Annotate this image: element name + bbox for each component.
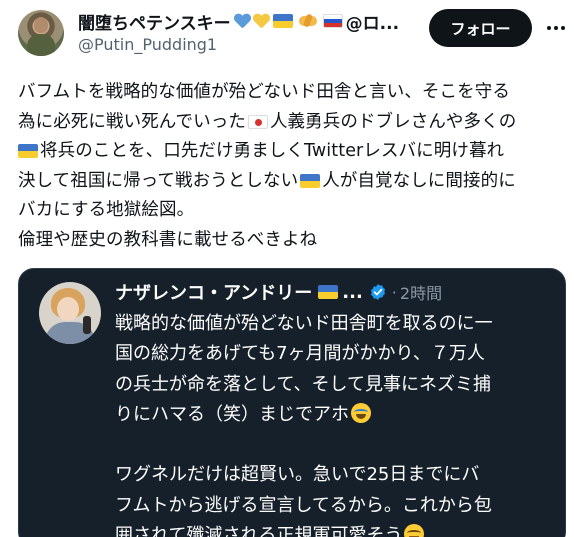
quoted-tweet-body: 戦略的な価値が殆どないド田舎町を取るのに一 国の総力をあげても7ヶ月間がかかり、… — [115, 309, 559, 537]
author-avatar[interactable] — [18, 10, 64, 56]
quoted-timestamp[interactable]: 2時間 — [400, 280, 442, 304]
quoted-line: りにハマる（笑）まじでアホ — [115, 400, 559, 430]
tweet-line-text: 将兵のことを、口先だけ勇ましくTwitterレスバに明け暮れ — [40, 141, 505, 162]
tweet-line: 決して祖国に帰って戦おうとしない 人が自覚なしに間接的に — [18, 167, 566, 197]
quoted-author-name[interactable]: ナザレンコ・アンドリー — [115, 279, 312, 305]
handshake-icon — [297, 14, 319, 28]
quoted-line-text: りにハマる（笑）まじでアホ — [115, 403, 349, 425]
more-dot — [561, 26, 565, 30]
tweet-line-text: 為に必死に戦い死んでいった — [18, 111, 246, 132]
more-options-icon[interactable] — [545, 17, 567, 39]
tweet-line: 為に必死に戦い死んでいった 人義勇兵のドブレさんや多くの — [18, 108, 566, 138]
quoted-line: 囲されて殲滅される正規軍可愛そう — [115, 521, 559, 537]
time-separator: · — [391, 282, 397, 302]
tweet-line: 将兵のことを、口先だけ勇ましくTwitterレスバに明け暮れ — [18, 137, 566, 167]
tweet-line: 倫理や歴史の教科書に載せるべきよね — [18, 229, 318, 250]
laughing-crying-face-icon — [351, 402, 371, 423]
quoted-tweet-card[interactable]: ナザレンコ・アンドリー ... · 2時間 戦略的な価値が殆どないド田舎町を取る… — [18, 268, 566, 537]
author-name-suffix[interactable]: @ロ... — [346, 9, 399, 34]
avatar-face — [57, 297, 79, 321]
quoted-name-ellipsis: ... — [342, 281, 363, 303]
blue-heart-icon — [234, 14, 251, 29]
tweet-line-text: 人が自覚なしに間接的に — [322, 170, 516, 191]
ukraine-flag-icon — [300, 173, 321, 188]
author-display-name[interactable]: 闇堕ちペテンスキー — [78, 9, 231, 34]
name-emojis — [233, 14, 345, 29]
quoted-author-row[interactable]: ナザレンコ・アンドリー ... · 2時間 — [115, 279, 442, 305]
quoted-line: の兵士が命を落として、そして見事にネズミ捕 — [115, 373, 492, 395]
russia-flag-icon — [322, 14, 343, 28]
ukraine-flag-icon — [318, 285, 339, 299]
ukraine-flag-icon — [272, 14, 293, 28]
tweet-line: バカにする地獄絵図。 — [18, 200, 195, 221]
tweet-line: バフムトを戦略的な価値が殆どないド田舎と言い、そこを守る — [18, 82, 510, 102]
author-handle[interactable]: @Putin_Pudding1 — [78, 35, 217, 54]
quoted-blank-line — [115, 430, 559, 460]
follow-button[interactable]: フォロー — [429, 9, 532, 47]
tweet-header: 闇堕ちペテンスキー @ロ... @Putin_Pudding1 フォロー — [0, 0, 574, 62]
avatar-body — [27, 34, 55, 56]
ukraine-flag-icon — [18, 144, 38, 159]
quoted-line: ワグネルだけは超賢い。急いで25日までにバ — [115, 464, 480, 486]
quoted-line: フムトから逃げる宣言してるから。これから包 — [115, 494, 492, 516]
verified-badge-icon — [370, 284, 385, 300]
quoted-line: 戦略的な価値が殆どないド田舎町を取るのに一 — [115, 313, 493, 334]
more-dot — [547, 26, 551, 30]
tweet-line-text: 人義勇兵のドブレさんや多くの — [269, 111, 517, 132]
more-dot — [554, 26, 558, 30]
avatar-head — [34, 17, 48, 33]
microphone-icon — [83, 316, 91, 334]
author-name-row[interactable]: 闇堕ちペテンスキー @ロ... — [78, 9, 399, 34]
smiling-tear-face-icon — [404, 524, 425, 537]
tweet-body: バフムトを戦略的な価値が殆どないド田舎と言い、そこを守る 為に必死に戦い死んでい… — [18, 78, 566, 256]
quoted-line-text: 囲されて殲滅される正規軍可愛そう — [115, 525, 403, 537]
yellow-heart-icon — [253, 14, 270, 29]
tweet-line-text: 決して祖国に帰って戦おうとしない — [18, 170, 299, 191]
japan-flag-icon — [247, 114, 268, 129]
quoted-line: 国の総力をあげても7ヶ月間がかかり、７万人 — [115, 343, 485, 365]
quoted-author-avatar[interactable] — [39, 282, 101, 344]
